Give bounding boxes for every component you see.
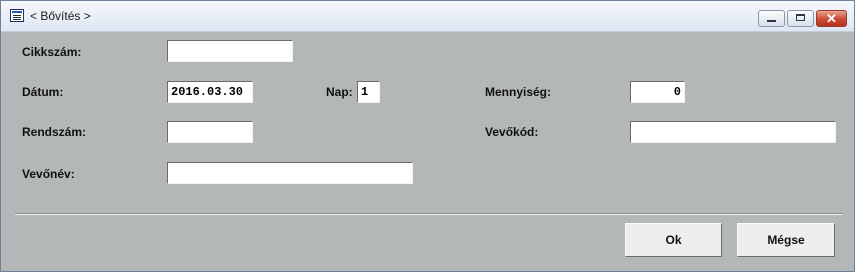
rendszam-field[interactable] bbox=[167, 121, 253, 143]
maximize-icon bbox=[796, 14, 805, 21]
datum-field[interactable]: 2016.03.30 bbox=[167, 81, 253, 103]
cancel-button[interactable]: Mégse bbox=[737, 223, 835, 257]
mennyiseg-label: Mennyiség: bbox=[485, 85, 552, 99]
mennyiseg-field[interactable]: 0 bbox=[630, 81, 685, 103]
datum-label: Dátum: bbox=[22, 85, 64, 99]
maximize-button[interactable] bbox=[787, 10, 814, 27]
dialog-window: < Bővítés > ✕ Cikkszám: Dátum: 2016.03.3… bbox=[0, 0, 855, 272]
nap-field[interactable]: 1 bbox=[357, 81, 380, 103]
window-title: < Bővítés > bbox=[30, 9, 91, 23]
vevonev-label: Vevőnév: bbox=[22, 167, 75, 181]
minimize-button[interactable] bbox=[758, 10, 785, 27]
rendszam-label: Rendszám: bbox=[22, 125, 87, 139]
ok-button[interactable]: Ok bbox=[625, 223, 722, 257]
vevokod-field[interactable] bbox=[630, 121, 836, 143]
vevokod-label: Vevőkód: bbox=[485, 125, 539, 139]
cikkszam-label: Cikkszám: bbox=[22, 45, 82, 59]
close-button[interactable]: ✕ bbox=[816, 10, 847, 27]
divider bbox=[15, 213, 842, 215]
nap-label: Nap: bbox=[326, 85, 353, 99]
title-bar[interactable]: < Bővítés > ✕ bbox=[1, 1, 854, 32]
vevonev-field[interactable] bbox=[167, 162, 413, 184]
minimize-icon bbox=[767, 20, 776, 22]
cikkszam-field[interactable] bbox=[167, 40, 293, 62]
app-window-icon[interactable] bbox=[10, 9, 24, 22]
close-icon: ✕ bbox=[826, 11, 837, 26]
